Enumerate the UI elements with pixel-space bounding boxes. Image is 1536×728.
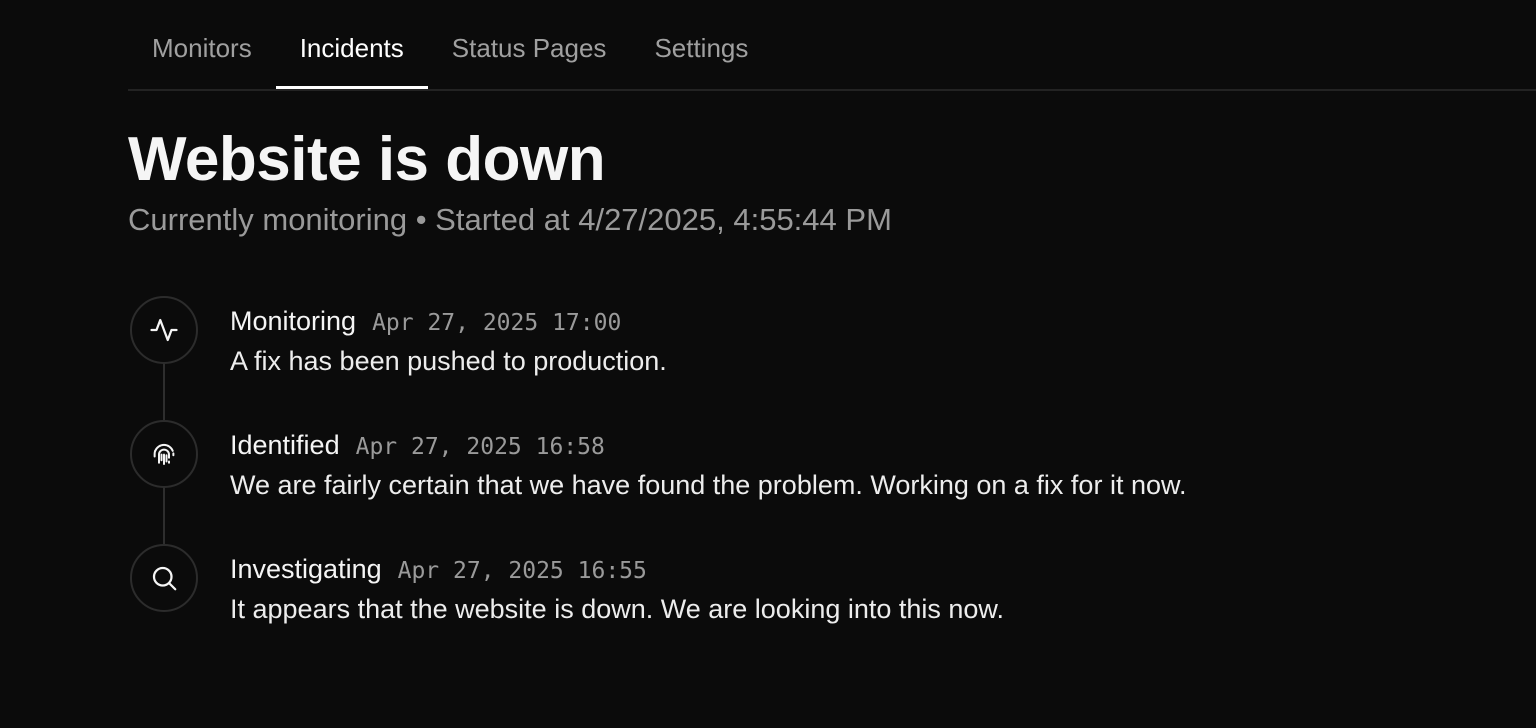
tab-monitors[interactable]: Monitors [128, 0, 276, 97]
event-header: Identified Apr 27, 2025 16:58 [230, 430, 605, 461]
timeline-event-investigating: Investigating Apr 27, 2025 16:55 It appe… [130, 544, 1430, 624]
main-tabs: Monitors Incidents Status Pages Settings [128, 0, 1536, 91]
event-status: Identified [230, 430, 340, 460]
event-timestamp: Apr 27, 2025 16:58 [355, 434, 605, 460]
tab-label: Monitors [152, 33, 252, 63]
event-header: Investigating Apr 27, 2025 16:55 [230, 554, 647, 585]
event-status: Monitoring [230, 306, 357, 336]
timeline-connector [163, 362, 165, 420]
incident-title: Website is down [128, 125, 606, 194]
event-message: We are fairly certain that we have found… [230, 470, 1187, 500]
tab-label: Settings [654, 33, 749, 63]
timeline-event-identified: Identified Apr 27, 2025 16:58 We are fai… [130, 420, 1430, 500]
timeline-event-monitoring: Monitoring Apr 27, 2025 17:00 A fix has … [130, 296, 1430, 376]
event-timestamp: Apr 27, 2025 17:00 [372, 310, 622, 336]
tab-label: Incidents [299, 33, 404, 63]
incident-subtitle: Currently monitoring • Started at 4/27/2… [128, 202, 892, 237]
search-icon [130, 544, 198, 612]
event-message: It appears that the website is down. We … [230, 594, 1004, 624]
tab-label: Status Pages [451, 33, 607, 63]
event-timestamp: Apr 27, 2025 16:55 [397, 558, 647, 584]
tab-status-pages[interactable]: Status Pages [428, 0, 631, 97]
timeline-connector [163, 486, 165, 544]
event-header: Monitoring Apr 27, 2025 17:00 [230, 306, 621, 337]
tab-incidents[interactable]: Incidents [275, 0, 428, 97]
event-status: Investigating [230, 554, 382, 584]
activity-icon [130, 296, 198, 364]
tab-settings[interactable]: Settings [630, 0, 772, 97]
fingerprint-icon [130, 420, 198, 488]
incident-page: Monitors Incidents Status Pages Settings… [0, 0, 1536, 728]
event-message: A fix has been pushed to production. [230, 346, 667, 376]
